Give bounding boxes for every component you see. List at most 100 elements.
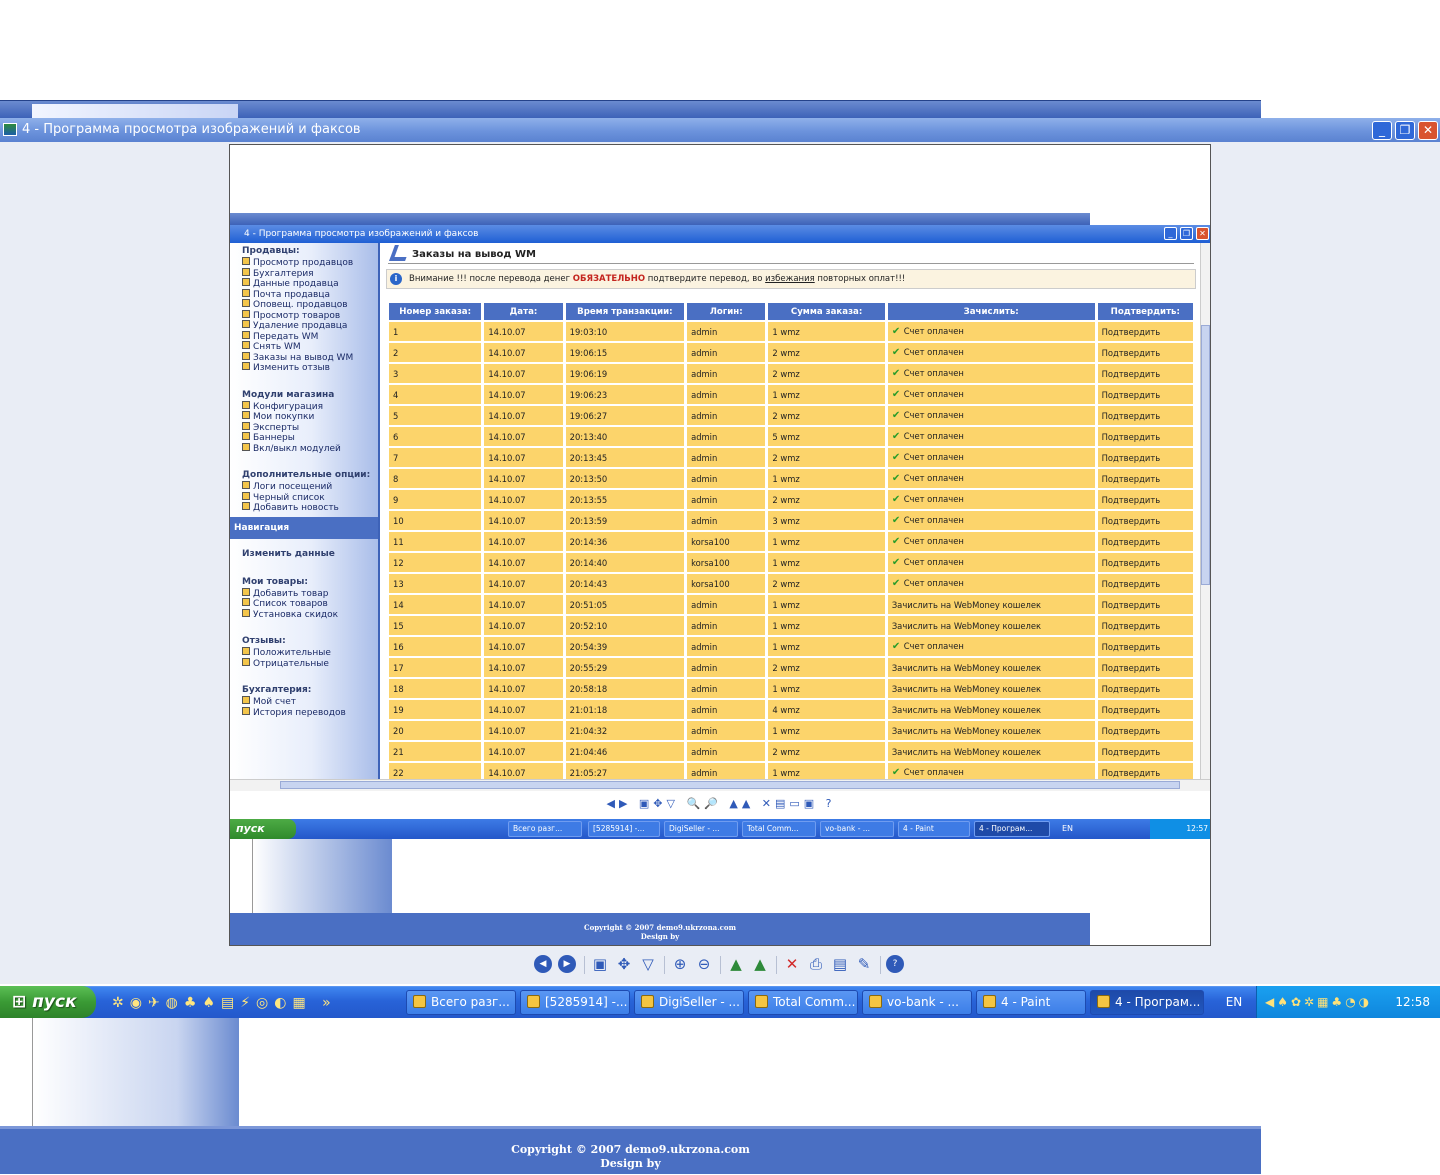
image-restore-icon: ❐ xyxy=(1180,227,1193,240)
restore-button[interactable]: ❐ xyxy=(1395,121,1415,140)
minimize-button[interactable]: _ xyxy=(1372,121,1392,140)
checkmark-icon: ✔ xyxy=(891,557,904,568)
footer-copyright: Copyright © 2007 demo9.ukrzona.com xyxy=(511,1143,750,1156)
cell-credit-status: ✔ Счет оплачен xyxy=(887,343,1095,362)
cell-date: 14.10.07 xyxy=(484,637,563,656)
paid-label: Счет оплачен xyxy=(903,494,964,504)
cell-login: admin xyxy=(687,511,766,530)
cell-time: 21:05:27 xyxy=(565,763,685,779)
sidebar-item: Вкл/выкл модулей xyxy=(234,443,378,454)
toolbar-separator xyxy=(584,956,585,974)
cell-time: 20:13:59 xyxy=(565,511,685,530)
cell-time: 20:55:29 xyxy=(565,658,685,677)
taskbar-button[interactable]: DigiSeller - ... xyxy=(634,990,744,1015)
cell-login: korsa100 xyxy=(687,574,766,593)
taskbar-button[interactable]: Всего разг... xyxy=(406,990,516,1015)
zoom-in-icon[interactable]: ⊕ xyxy=(670,953,690,975)
cell-date: 14.10.07 xyxy=(484,721,563,740)
cell-date: 14.10.07 xyxy=(484,763,563,779)
print-icon[interactable]: ⎙ xyxy=(806,953,826,975)
image-task-button: Всего разг... xyxy=(508,821,582,837)
confirm-link: Подтвердить xyxy=(1097,658,1193,677)
sheet-icon xyxy=(527,995,540,1008)
cell-sum: 1 wmz xyxy=(768,322,885,341)
sidebar-section-head: Изменить данные xyxy=(242,548,335,559)
actual-size-icon[interactable]: ✥ xyxy=(614,953,634,975)
cell-credit-status: Зачислить на WebMoney кошелек xyxy=(887,700,1095,719)
toolbar-separator xyxy=(664,956,665,974)
checkmark-icon: ✔ xyxy=(891,389,904,400)
sidebar-item: История переводов xyxy=(234,707,378,718)
taskbar-button-label: DigiSeller - ... xyxy=(659,995,740,1009)
clock[interactable]: 12:58 xyxy=(1395,986,1430,1018)
cell-login: admin xyxy=(687,490,766,509)
start-button[interactable]: ⊞ пуск xyxy=(0,986,96,1018)
image-language: EN xyxy=(1062,824,1074,833)
sidebar-item: Черный список xyxy=(234,492,378,503)
confirm-link: Подтвердить xyxy=(1097,511,1193,530)
taskbar-button[interactable]: 4 - Програм... xyxy=(1090,990,1204,1015)
cell-login: admin xyxy=(687,679,766,698)
taskbar-button-label: 4 - Paint xyxy=(1001,995,1051,1009)
confirm-link: Подтвердить xyxy=(1097,448,1193,467)
image-clock: 12:57 xyxy=(1186,824,1208,833)
taskbar-button[interactable]: Total Comm... xyxy=(748,990,858,1015)
cell-sum: 2 wmz xyxy=(768,364,885,383)
cell-time: 20:54:39 xyxy=(565,637,685,656)
cell-date: 14.10.07 xyxy=(484,700,563,719)
footer-design-by: Design by xyxy=(600,1157,661,1170)
cell-order-number: 12 xyxy=(389,553,482,572)
taskbar-button[interactable]: vo-bank - ... xyxy=(862,990,972,1015)
taskbar-button[interactable]: [5285914] -... xyxy=(520,990,630,1015)
confirm-link: Подтвердить xyxy=(1097,679,1193,698)
taskbar-button[interactable]: 4 - Paint xyxy=(976,990,1086,1015)
cell-login: admin xyxy=(687,364,766,383)
cell-order-number: 7 xyxy=(389,448,482,467)
previous-image-icon[interactable]: ◀ xyxy=(534,955,552,973)
table-row: 19 14.10.07 21:01:18 admin 4 wmz Зачислить на… xyxy=(389,700,1193,719)
system-tray: ◀♠✿✲▦♣◔◑ 12:58 xyxy=(1256,986,1440,1018)
cell-credit-status: ✔ Счет оплачен xyxy=(887,532,1095,551)
paid-label: Счет оплачен xyxy=(903,326,964,336)
alert-text-middle: подтвердите перевод, во xyxy=(645,274,766,284)
displayed-image: 4 - Программа просмотра изображений и фа… xyxy=(229,144,1211,946)
sidebar-item: Положительные xyxy=(234,647,378,658)
tray-icons[interactable]: ◀♠✿✲▦♣◔◑ xyxy=(1265,986,1372,1018)
cell-credit-status: ✔ Счет оплачен xyxy=(887,490,1095,509)
window-title-bar[interactable]: 4 - Программа просмотра изображений и фа… xyxy=(0,118,1440,142)
checkmark-icon: ✔ xyxy=(891,767,904,778)
delete-icon[interactable]: ✕ xyxy=(782,953,802,975)
sidebar-item: Конфигурация xyxy=(234,401,378,412)
col-time: Время транзакции: xyxy=(565,303,685,320)
cell-sum: 2 wmz xyxy=(768,658,885,677)
cell-sum: 1 wmz xyxy=(768,763,885,779)
next-image-icon[interactable]: ▶ xyxy=(558,955,576,973)
sidebar-item: Снять WM xyxy=(234,341,378,352)
table-row: 15 14.10.07 20:52:10 admin 1 wmz Зачислить на… xyxy=(389,616,1193,635)
confirm-link: Подтвердить xyxy=(1097,490,1193,509)
cell-date: 14.10.07 xyxy=(484,658,563,677)
slideshow-icon[interactable]: ▽ xyxy=(638,953,658,975)
edit-icon[interactable]: ✎ xyxy=(854,953,874,975)
paid-label: Счет оплачен xyxy=(903,641,964,651)
save-icon[interactable]: ▤ xyxy=(830,953,850,975)
table-row: 20 14.10.07 21:04:32 admin 1 wmz Зачислить на… xyxy=(389,721,1193,740)
language-indicator[interactable]: EN xyxy=(1214,986,1254,1018)
confirm-link: Подтвердить xyxy=(1097,322,1193,341)
cell-login: admin xyxy=(687,427,766,446)
sidebar-section-head: Отзывы: xyxy=(242,636,286,646)
help-icon[interactable]: ? xyxy=(886,955,904,973)
sidebar-item: Отрицательные xyxy=(234,658,378,669)
credit-link: Зачислить на WebMoney кошелек xyxy=(891,683,1042,694)
image-tray: 12:57 xyxy=(1150,819,1210,839)
best-fit-icon[interactable]: ▣ xyxy=(590,953,610,975)
close-button[interactable]: ✕ xyxy=(1418,121,1438,140)
rotate-clockwise-icon[interactable]: ▲ xyxy=(726,953,746,975)
zoom-out-icon[interactable]: ⊖ xyxy=(694,953,714,975)
cell-date: 14.10.07 xyxy=(484,532,563,551)
page-heading: Заказы на вывод WM xyxy=(412,249,536,260)
sidebar-section-head: Продавцы: xyxy=(242,246,300,256)
cell-order-number: 10 xyxy=(389,511,482,530)
confirm-link: Подтвердить xyxy=(1097,469,1193,488)
rotate-counterclockwise-icon[interactable]: ▲ xyxy=(750,953,770,975)
